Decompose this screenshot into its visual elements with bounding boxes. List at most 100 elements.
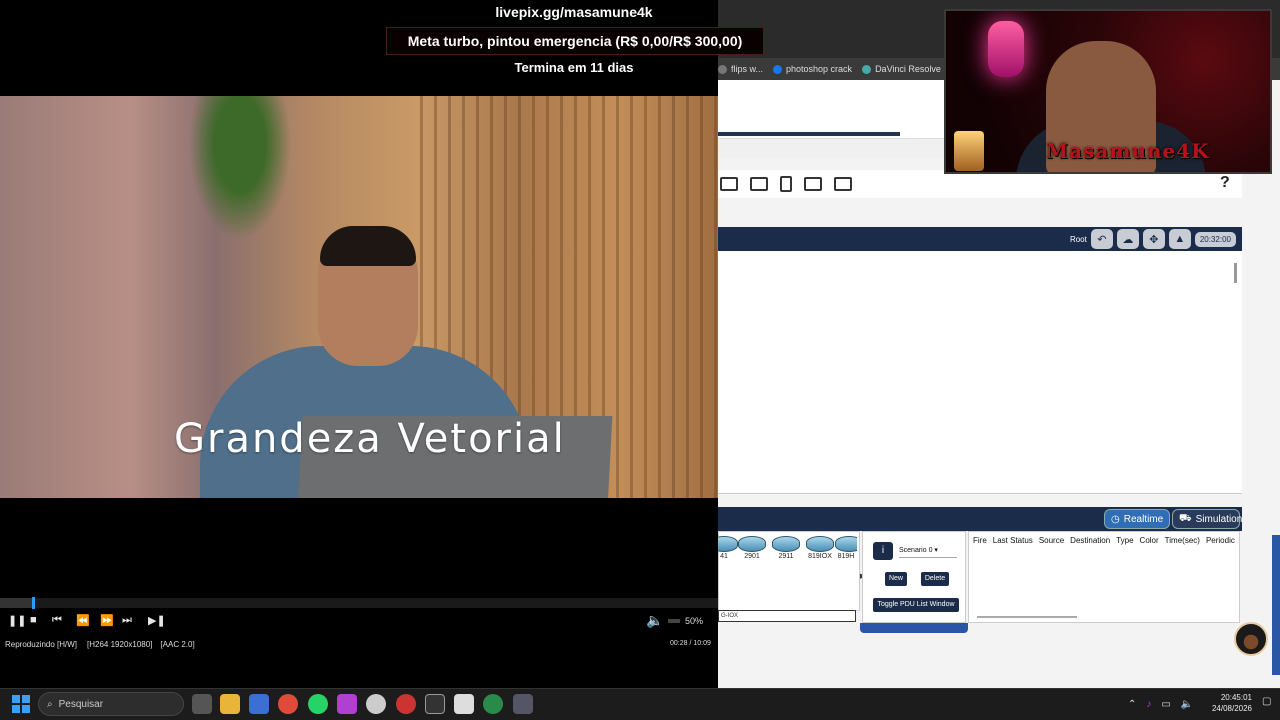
steam-icon[interactable] (366, 694, 386, 714)
stop-icon[interactable]: ■ (30, 614, 37, 626)
router-icon (738, 536, 766, 552)
column-header[interactable]: Source (1039, 536, 1064, 545)
obs-icon[interactable] (396, 694, 416, 714)
chrome-icon[interactable] (278, 694, 298, 714)
landscape-icon[interactable]: ▲ (1168, 229, 1191, 249)
forward-icon[interactable]: ⏩ (100, 614, 114, 627)
headset-icon[interactable]: ♪ (1146, 699, 1151, 710)
device-label: 819H (837, 553, 855, 560)
volume-icon[interactable]: 🔈 (646, 612, 663, 629)
toggle-pdu-list-button[interactable]: Toggle PDU List Window (873, 598, 959, 612)
device-label: 41 (720, 553, 728, 560)
notifications-icon[interactable]: ▢ (1262, 696, 1271, 707)
workspace-scrollbar[interactable] (1234, 263, 1237, 283)
volume-tray-icon[interactable]: 🔈 (1181, 699, 1193, 710)
donation-goal: Meta turbo, pintou emergencia (R$ 0,00/R… (386, 27, 764, 55)
sim-clock: 20:32:00 (1194, 231, 1236, 247)
new-scenario-button[interactable]: New (885, 572, 907, 586)
root-label[interactable]: Root (1070, 235, 1087, 244)
task-view-icon[interactable] (192, 694, 212, 714)
seek-handle[interactable] (32, 597, 36, 609)
windows-start-icon[interactable] (12, 695, 30, 713)
donation-url: livepix.gg/masamune4k (495, 4, 653, 20)
device-label: 2901 (744, 553, 760, 560)
help-button[interactable]: ? (1220, 174, 1230, 192)
info-icon[interactable]: i (873, 542, 893, 560)
volume-level: 50% (685, 616, 704, 626)
store-icon[interactable] (249, 694, 269, 714)
column-header[interactable]: Fire (973, 536, 987, 545)
video-presenter-hair (320, 226, 416, 266)
back-icon[interactable]: ↶ (1090, 229, 1113, 249)
device-item[interactable]: 819H (835, 536, 857, 564)
network-icon[interactable]: ▭ (1161, 699, 1170, 710)
realtime-button[interactable]: ◷ Realtime (1104, 509, 1170, 529)
device-model-bar: G-IOX (718, 610, 856, 622)
webcam-logo: Masamune4K (1046, 139, 1210, 163)
window-icon[interactable] (720, 177, 738, 191)
frame-step-icon[interactable]: ▶❚ (148, 614, 166, 627)
previous-icon[interactable]: ⏮ (52, 614, 62, 627)
donation-ends: Termina em 11 dias (514, 60, 634, 75)
scenario-value: Scenario 0 (899, 547, 933, 554)
pdu-table-header: Fire Last Status Source Destination Type… (969, 536, 1241, 545)
router-icon (806, 536, 834, 552)
pdu-scrollbar[interactable] (977, 616, 1077, 618)
image-icon[interactable] (834, 177, 852, 191)
move-icon[interactable]: ✥ (1142, 229, 1165, 249)
rewind-icon[interactable]: ⏪ (76, 614, 90, 627)
device-label: 819IOX (808, 553, 832, 560)
scenario-select[interactable]: Scenario 0 ▾ (899, 544, 957, 558)
bookmark-label: flips w... (731, 64, 764, 74)
system-tray: ⌃ ♪ ▭ 🔈 (1128, 694, 1208, 714)
bookmark-label: photoshop crack (786, 64, 853, 74)
search-placeholder: Pesquisar (58, 698, 104, 710)
logical-navbar: Root ↶ ☁ ✥ ▲ 20:32:00 (718, 227, 1242, 251)
taskbar-search[interactable]: ⌕ Pesquisar (38, 692, 184, 716)
document-icon[interactable] (780, 176, 792, 192)
logical-workspace[interactable] (718, 251, 1242, 494)
device-item[interactable]: 2901 (737, 536, 767, 564)
video-frame[interactable]: Grandeza Vetorial (0, 96, 718, 498)
packet-tracer-icon[interactable] (483, 694, 503, 714)
simulation-button[interactable]: ⛟ Simulation (1172, 509, 1243, 529)
file-explorer-icon[interactable] (220, 694, 240, 714)
bookmark-icon (718, 64, 727, 74)
whatsapp-icon[interactable] (308, 694, 328, 714)
video-codec: [H264 1920x1080] (87, 640, 153, 649)
terminal-icon[interactable] (425, 694, 445, 714)
bookmark-item[interactable]: flips w... (718, 64, 763, 74)
bookmark-item[interactable]: photoshop crack (773, 64, 852, 74)
search-icon: ⌕ (47, 698, 53, 710)
device-item[interactable]: 819IOX (805, 536, 835, 564)
list-icon[interactable] (750, 177, 768, 191)
scenario-panel: i Scenario 0 ▾ New Delete Toggle PDU Lis… (862, 531, 966, 623)
simulation-label: Simulation (1195, 513, 1243, 525)
column-header[interactable]: Color (1140, 536, 1159, 545)
column-header[interactable]: Destination (1070, 536, 1110, 545)
pause-icon[interactable]: ❚❚ (8, 614, 26, 627)
device-icon[interactable] (804, 177, 822, 191)
device-item[interactable]: 2911 (771, 536, 801, 564)
delete-scenario-button[interactable]: Delete (921, 572, 949, 586)
seek-progress (0, 598, 34, 608)
next-icon[interactable]: ⏭ (122, 614, 132, 627)
main-toolbar (718, 170, 1242, 198)
column-header[interactable]: Type (1116, 536, 1133, 545)
webcam-overlay: Masamune4K (944, 9, 1272, 174)
calculator-icon[interactable] (513, 694, 533, 714)
device-palette: 41 2901 2911 819IOX 819H (710, 531, 860, 611)
chevron-up-icon[interactable]: ⌃ (1128, 699, 1136, 710)
column-header[interactable]: Last Status (993, 536, 1033, 545)
playback-time: 00:28 / 10:09 (670, 640, 711, 647)
cloud-icon[interactable]: ☁ (1116, 229, 1139, 249)
avatar[interactable] (1234, 622, 1268, 656)
app-icon[interactable] (337, 694, 357, 714)
seek-bar[interactable] (0, 598, 718, 608)
column-header[interactable]: Periodic (1206, 536, 1235, 545)
window-app-icon[interactable] (454, 694, 474, 714)
volume-slider[interactable] (668, 619, 680, 623)
facebook-icon (773, 64, 783, 74)
column-header[interactable]: Time(sec) (1165, 536, 1200, 545)
taskbar-clock[interactable]: 20:45:01 24/08/2026 (1206, 692, 1252, 714)
